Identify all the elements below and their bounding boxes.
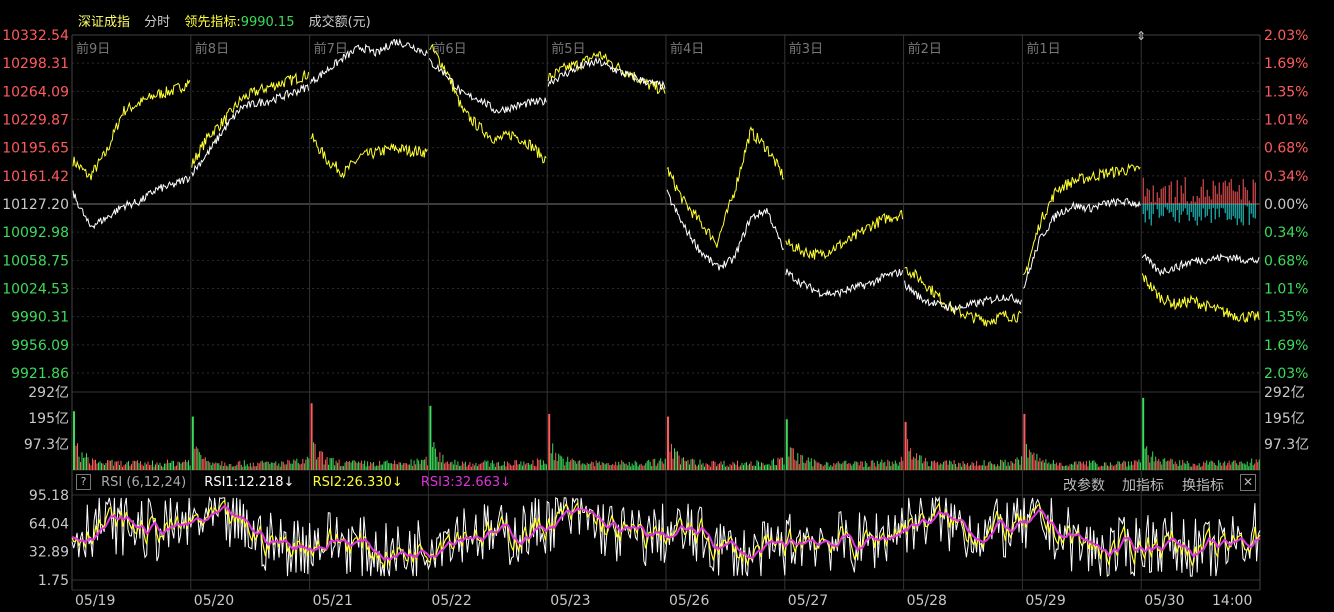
x-axis-labels: 05/19 05/20 05/21 05/22 05/23 05/26 05/27 05/28…	[75, 593, 1252, 609]
volume-tick-right: 195亿	[1264, 411, 1305, 427]
leading-line	[1141, 273, 1260, 324]
percent-tick: 0.00%	[1264, 197, 1308, 213]
leading-indicator: 领先指标:9990.15	[184, 15, 294, 30]
add-indicator-button[interactable]: 加指标	[1122, 475, 1164, 495]
day-labels: 前9日 前8日 前7日 前6日 前5日 前4日 前3日 前2日 前1日	[76, 41, 1061, 57]
rsi1-value: RSI1:12.218↓	[204, 474, 295, 490]
volume-tick: 292亿	[28, 385, 69, 401]
leading-label: 领先指标:	[184, 15, 241, 30]
leading-line	[785, 209, 904, 260]
price-line	[666, 189, 785, 271]
x-tick: 05/30	[1144, 593, 1184, 609]
chart-header: 深证成指 分时 领先指标:9990.15 成交额(元)	[78, 11, 381, 30]
volume-tick: 97.3亿	[24, 437, 69, 453]
price-tick: 10264.09	[2, 84, 69, 100]
rsi-axis: 95.18 64.04 32.89 1.75	[29, 488, 69, 589]
price-line	[785, 268, 904, 299]
day-label: 前3日	[789, 41, 823, 57]
price-axis: 10332.54 10298.31 10264.09 10229.87 10195.65…	[2, 28, 69, 382]
day-label: 前7日	[314, 41, 348, 57]
price-tick: 9990.31	[11, 310, 69, 326]
x-tick: 05/27	[788, 593, 828, 609]
price-tick: 10229.87	[2, 113, 69, 129]
rsi-name[interactable]: RSI (6,12,24)	[101, 475, 186, 490]
day-label: 前2日	[908, 41, 942, 57]
change-params-button[interactable]: 改参数	[1063, 475, 1105, 495]
volume-bars	[73, 397, 1260, 470]
leading-line	[72, 78, 191, 181]
x-tick: 05/29	[1025, 593, 1065, 609]
price-tick: 10058.75	[2, 253, 69, 269]
volume-tick-right: 292亿	[1264, 385, 1305, 401]
x-tick: 05/26	[669, 593, 709, 609]
percent-tick: 1.35%	[1264, 310, 1308, 326]
percent-tick: 1.01%	[1264, 282, 1308, 298]
x-tick: 05/20	[194, 593, 234, 609]
volume-tick: 195亿	[28, 411, 69, 427]
price-line	[72, 175, 191, 230]
percent-tick: 1.01%	[1264, 113, 1308, 129]
price-tick: 9956.09	[11, 338, 69, 354]
price-tick: 10332.54	[2, 28, 69, 44]
percent-tick: 0.34%	[1264, 225, 1308, 241]
volume-tick-right: 97.3亿	[1264, 437, 1309, 453]
leading-line	[1023, 162, 1141, 276]
switch-indicator-button[interactable]: 换指标	[1182, 475, 1224, 495]
last-day-bars	[1142, 177, 1256, 226]
close-icon[interactable]: ✕	[1240, 474, 1256, 491]
x-tick: 05/23	[550, 593, 590, 609]
x-tick: 05/28	[907, 593, 947, 609]
help-button[interactable]: ?	[76, 474, 91, 490]
price-line	[191, 83, 310, 178]
percent-tick: 0.68%	[1264, 141, 1308, 157]
price-line	[1023, 197, 1141, 289]
price-tick: 10127.20	[2, 197, 69, 213]
price-line	[1141, 253, 1260, 277]
percent-tick: 1.69%	[1264, 338, 1308, 354]
rsi-tick: 32.89	[29, 545, 69, 561]
rsi-tick: 1.75	[38, 573, 69, 589]
percent-axis: 2.03% 1.69% 1.35% 1.01% 0.68% 0.34% 0.00% 0.34%…	[1264, 28, 1308, 382]
x-tick: 14:00	[1212, 593, 1252, 609]
rsi2-value: RSI2:26.330↓	[312, 474, 403, 490]
price-tick: 10092.98	[2, 225, 69, 241]
price-tick: 10161.42	[2, 169, 69, 185]
percent-tick: 2.03%	[1264, 28, 1308, 44]
leading-line	[666, 125, 784, 248]
x-tick: 05/19	[75, 593, 115, 609]
percent-tick: 1.69%	[1264, 56, 1308, 72]
day-label: 前8日	[195, 41, 229, 57]
x-tick: 05/21	[313, 593, 353, 609]
day-label: 前9日	[76, 41, 110, 57]
crosshair-marker[interactable]: ⇕	[1136, 29, 1146, 43]
chart-canvas: 10332.54 10298.31 10264.09 10229.87 10195.65…	[2, 28, 1309, 609]
rsi3-value: RSI3:32.663↓	[420, 474, 512, 490]
leading-line	[310, 133, 428, 179]
price-tick: 10298.31	[2, 56, 69, 72]
rsi-toolbar: ? RSI (6,12,24) RSI1:12.218↓ RSI2:26.330…	[76, 474, 1260, 494]
period-label[interactable]: 分时	[144, 15, 170, 30]
chart-grid	[71, 34, 1261, 591]
percent-tick: 2.03%	[1264, 366, 1308, 382]
percent-tick: 0.34%	[1264, 169, 1308, 185]
day-label: 前4日	[670, 41, 704, 57]
x-tick: 05/22	[431, 593, 471, 609]
day-label: 前1日	[1026, 41, 1060, 57]
rsi-tick: 64.04	[29, 516, 69, 532]
day-label: 前5日	[551, 41, 585, 57]
price-tick: 10024.53	[2, 282, 69, 298]
price-line	[428, 58, 547, 114]
index-name[interactable]: 深证成指	[78, 15, 130, 30]
rsi-tick: 95.18	[29, 488, 69, 504]
percent-tick: 1.35%	[1264, 84, 1308, 100]
price-tick: 9921.86	[11, 366, 69, 382]
price-line	[904, 280, 1022, 313]
price-tick: 10195.65	[2, 141, 69, 157]
leading-value: 9990.15	[240, 15, 295, 30]
volume-label: 成交额(元)	[308, 15, 371, 30]
percent-tick: 0.68%	[1264, 253, 1308, 269]
